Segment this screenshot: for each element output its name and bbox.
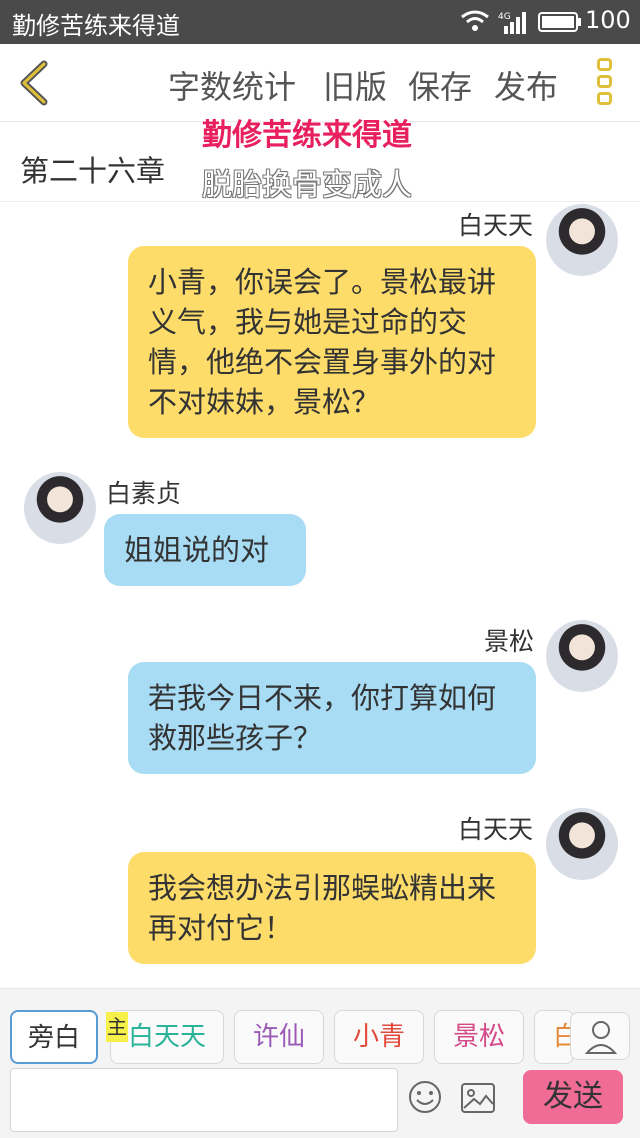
more-menu-icon[interactable]	[592, 58, 616, 110]
battery-icon	[538, 12, 581, 32]
battery-level: 100	[585, 6, 631, 34]
watermark-line-2: 脱胎换骨变成人	[202, 168, 412, 203]
message-bubble[interactable]: 我会想办法引那蜈蚣精出来再对付它！	[128, 852, 536, 964]
avatar[interactable]	[546, 204, 618, 276]
word-count-button[interactable]: 字数统计	[168, 62, 296, 108]
message-bubble[interactable]: 若我今日不来，你打算如何救那些孩子？	[128, 662, 536, 774]
send-button[interactable]: 发送	[523, 1070, 623, 1124]
person-icon	[584, 1021, 618, 1054]
speaker-name: 景松	[484, 627, 535, 656]
character-chip-jingsong[interactable]: 景松	[434, 1010, 524, 1064]
avatar[interactable]	[546, 808, 618, 880]
add-character-button[interactable]	[570, 1012, 630, 1060]
emoji-icon[interactable]	[408, 1080, 442, 1114]
back-arrow-icon[interactable]	[12, 58, 56, 108]
status-app-title: 勤修苦练来得道	[12, 12, 180, 40]
message-bubble[interactable]: 小青，你误会了。景松最讲义气，我与她是过命的交情，他绝不会置身事外的对不对妹妹，…	[128, 246, 536, 438]
chapter-title[interactable]: 第二十六章	[20, 148, 165, 190]
status-bar: 勤修苦练来得道 4G 100	[0, 0, 640, 44]
speaker-name: 白素贞	[106, 479, 182, 508]
message-input[interactable]	[10, 1068, 398, 1132]
speaker-name: 白天天	[458, 815, 534, 844]
signal-icon: 4G	[498, 12, 526, 34]
character-chip-narrator[interactable]: 旁白	[10, 1010, 98, 1064]
character-chip-xuxian[interactable]: 许仙	[234, 1010, 324, 1064]
main-character-badge: 主	[106, 1012, 128, 1042]
image-icon[interactable]	[460, 1082, 496, 1114]
message-bubble[interactable]: 姐姐说的对	[104, 514, 306, 586]
avatar[interactable]	[546, 620, 618, 692]
character-chip-partial[interactable]: 白	[534, 1010, 574, 1064]
watermark-line-1: 勤修苦练来得道	[202, 118, 412, 153]
speaker-name: 白天天	[458, 211, 534, 240]
save-button[interactable]: 保存	[408, 62, 472, 108]
character-chip-xiaoqing[interactable]: 小青	[334, 1010, 424, 1064]
old-version-button[interactable]: 旧版	[323, 62, 387, 108]
signal-label: 4G	[498, 12, 511, 22]
publish-button[interactable]: 发布	[494, 62, 558, 108]
avatar[interactable]	[24, 472, 96, 544]
wifi-icon	[461, 10, 489, 31]
